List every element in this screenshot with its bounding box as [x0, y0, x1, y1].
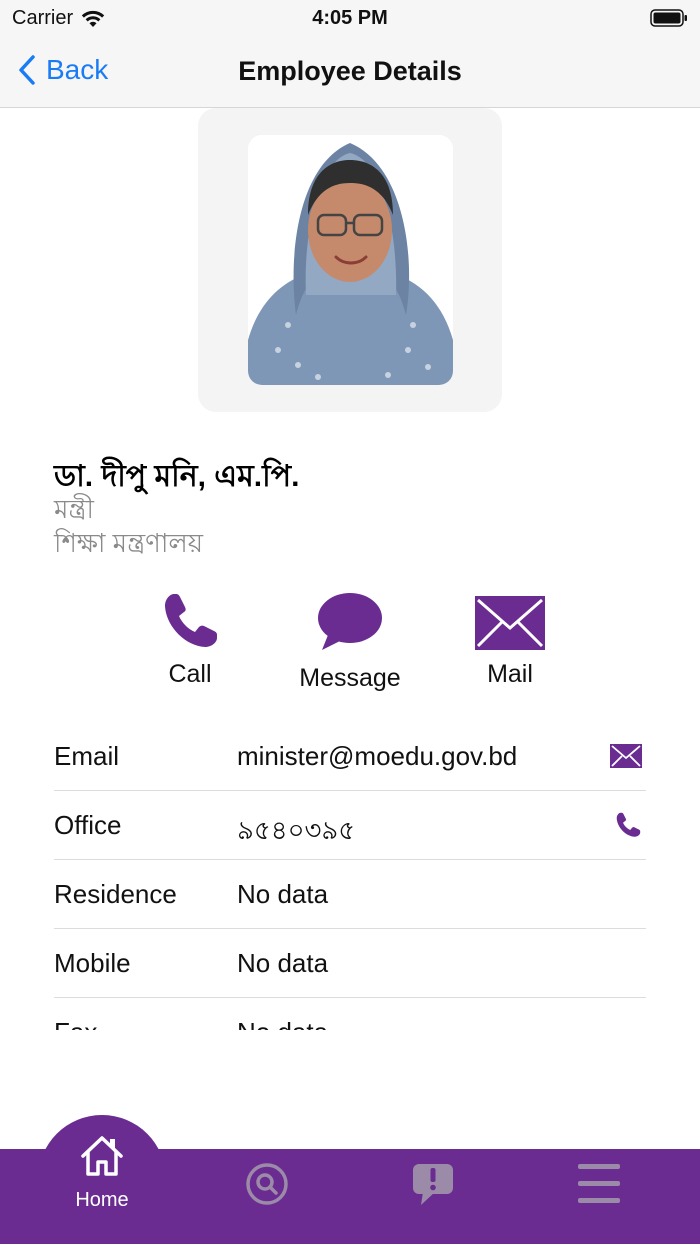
call-label: Call — [168, 660, 212, 688]
search-icon — [246, 1163, 288, 1205]
info-value: No data — [237, 1017, 328, 1030]
info-row-email: Email minister@moedu.gov.bd — [54, 722, 646, 791]
mail-button[interactable]: Mail — [430, 590, 590, 689]
phone-icon[interactable] — [614, 811, 642, 839]
status-bar: Carrier 4:05 PM — [0, 0, 700, 36]
info-row-office: Office ৯৫৪০৩৯৫ — [54, 791, 646, 860]
employee-photo — [248, 135, 453, 385]
mail-icon — [475, 596, 545, 650]
tab-home-label: Home — [75, 1189, 129, 1211]
contact-actions: Call Message Mail — [0, 590, 700, 700]
call-button[interactable]: Call — [110, 590, 270, 689]
info-value: minister@moedu.gov.bd — [237, 741, 518, 771]
info-label: Fax — [54, 1017, 97, 1030]
tab-home[interactable]: Home — [42, 1134, 162, 1212]
page-title: Employee Details — [238, 56, 462, 86]
battery-icon — [650, 9, 687, 27]
tab-menu[interactable] — [539, 1162, 659, 1211]
info-label: Email — [54, 741, 120, 771]
menu-icon — [578, 1164, 620, 1203]
info-row-residence: Residence No data — [54, 860, 646, 929]
navigation-bar: Back Employee Details — [0, 36, 700, 108]
mail-label: Mail — [487, 660, 533, 688]
message-button[interactable]: Message — [270, 590, 430, 693]
message-label: Message — [299, 664, 401, 692]
alert-message-icon — [413, 1164, 453, 1205]
chat-bubble-icon — [318, 593, 382, 650]
photo-card — [198, 108, 502, 412]
info-label: Office — [54, 810, 122, 840]
info-label: Mobile — [54, 948, 131, 978]
info-label: Residence — [54, 879, 177, 909]
phone-icon — [165, 594, 217, 647]
info-value: No data — [237, 948, 329, 978]
info-value: No data — [237, 879, 329, 909]
contact-info-list: Email minister@moedu.gov.bd Office ৯৫৪০৩… — [54, 722, 646, 1030]
status-time: 4:05 PM — [312, 7, 388, 29]
tab-search[interactable] — [207, 1162, 327, 1211]
info-row-mobile: Mobile No data — [54, 929, 646, 998]
home-icon — [81, 1136, 123, 1176]
info-value: ৯৫৪০৩৯৫ — [237, 815, 356, 845]
tab-feedback[interactable] — [373, 1162, 493, 1211]
employee-ministry: শিক্ষা মন্ত্রণালয় — [54, 528, 204, 558]
mail-icon[interactable] — [610, 742, 642, 768]
info-row-fax: Fax No data — [54, 998, 646, 1030]
